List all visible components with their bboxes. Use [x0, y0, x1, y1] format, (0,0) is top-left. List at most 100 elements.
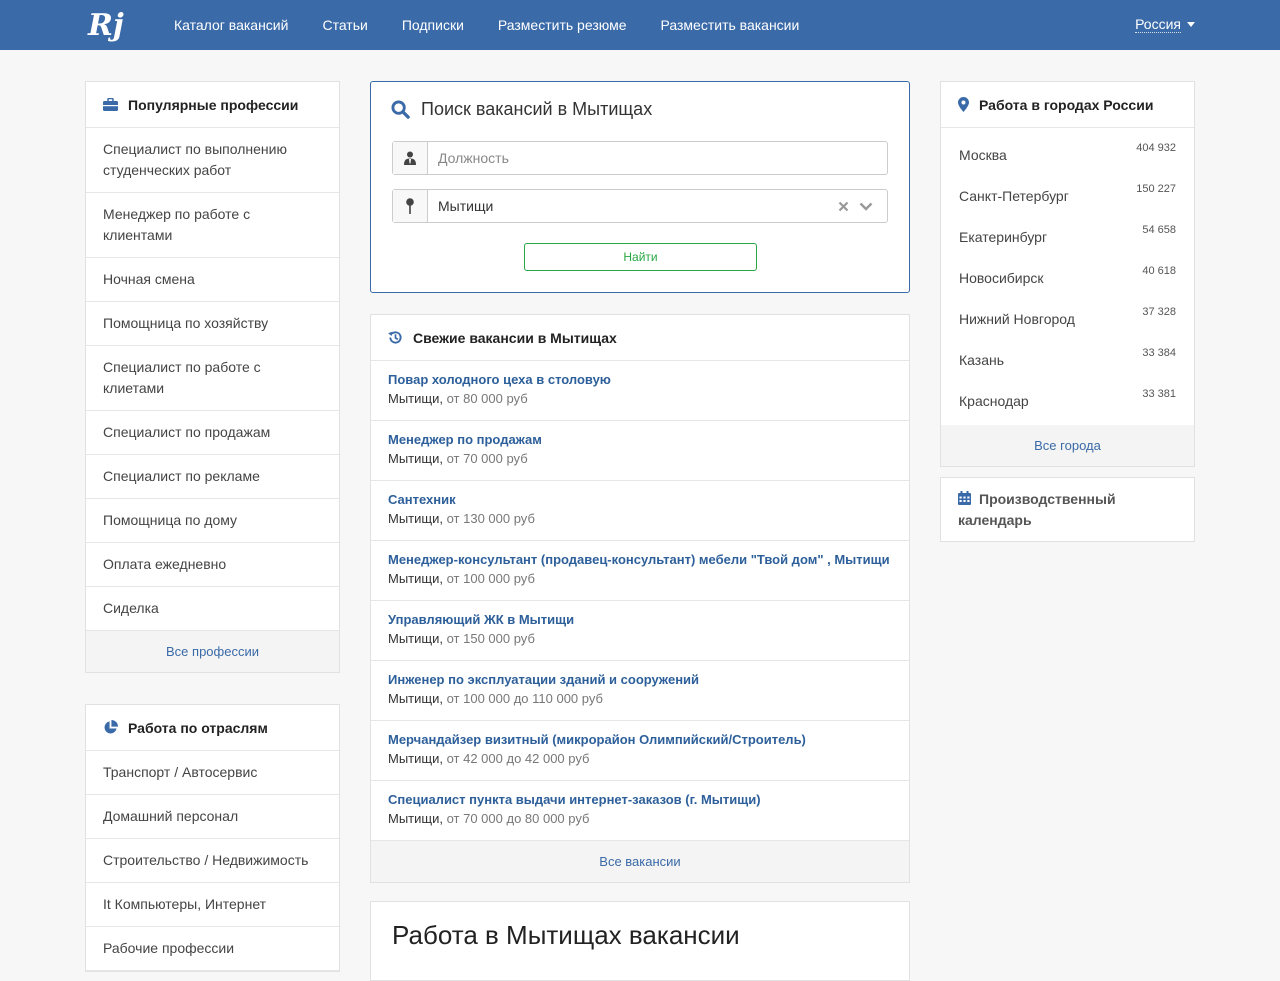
city-name: Екатеринбург: [959, 229, 1048, 245]
all-vacancies-link[interactable]: Все вакансии: [371, 841, 909, 882]
search-title: Поиск вакансий в Мытищах: [421, 99, 653, 119]
vacancy-item: Повар холодного цеха в столовую Мытищи, …: [371, 361, 909, 421]
vacancy-city: Мытищи,: [388, 571, 443, 586]
city-count: 150 227: [1136, 183, 1176, 195]
cities-card: Работа в городах России Москва 404 932 Са…: [940, 81, 1195, 467]
vacancy-salary: от 100 000 руб: [446, 571, 535, 586]
profession-item[interactable]: Сиделка: [86, 587, 339, 631]
popular-professions-title: Популярные профессии: [128, 96, 299, 113]
city-count: 33 384: [1142, 347, 1176, 359]
vacancy-meta: Мытищи, от 42 000 до 42 000 руб: [388, 749, 892, 768]
vacancy-salary: от 80 000 руб: [446, 391, 528, 406]
user-tie-icon: [393, 142, 428, 174]
city-item[interactable]: Краснодар 33 381: [941, 380, 1194, 421]
industries-title: Работа по отраслям: [128, 719, 268, 736]
industry-item[interactable]: Домашний персонал: [86, 795, 339, 839]
nav-link-post-vacancy[interactable]: Разместить вакансии: [661, 17, 800, 33]
profession-item[interactable]: Менеджер по работе с клиентами: [86, 193, 339, 258]
profession-item[interactable]: Специалист по продажам: [86, 411, 339, 455]
fresh-vacancies-card: Свежие вакансии в Мытищах Повар холодног…: [370, 314, 910, 883]
city-name: Нижний Новгород: [959, 311, 1075, 327]
vacancy-item: Управляющий ЖК в Мытищи Мытищи, от 150 0…: [371, 601, 909, 661]
all-professions-link[interactable]: Все профессии: [86, 631, 339, 672]
city-name: Краснодар: [959, 393, 1029, 409]
vacancy-city: Мытищи,: [388, 691, 443, 706]
vacancy-title-link[interactable]: Инженер по эксплуатации зданий и сооруже…: [388, 671, 892, 689]
vacancy-item: Специалист пункта выдачи интернет-заказо…: [371, 781, 909, 841]
city-name: Новосибирск: [959, 270, 1044, 286]
country-label: Россия: [1135, 16, 1181, 33]
profession-item[interactable]: Ночная смена: [86, 258, 339, 302]
vacancy-title-link[interactable]: Управляющий ЖК в Мытищи: [388, 611, 892, 629]
clear-icon[interactable]: [838, 201, 849, 212]
calendar-title: Производственный календарь: [958, 491, 1116, 528]
vacancy-city: Мытищи,: [388, 631, 443, 646]
industry-item[interactable]: It Компьютеры, Интернет: [86, 883, 339, 927]
vacancy-salary: от 42 000 до 42 000 руб: [446, 751, 590, 766]
vacancy-title-link[interactable]: Сантехник: [388, 491, 892, 509]
country-dropdown[interactable]: Россия: [1135, 16, 1195, 33]
vacancy-meta: Мытищи, от 70 000 до 80 000 руб: [388, 809, 892, 828]
city-select-group[interactable]: Мытищи: [392, 189, 888, 223]
vacancy-meta: Мытищи, от 100 000 до 110 000 руб: [388, 689, 892, 708]
city-select-value[interactable]: Мытищи: [428, 190, 838, 222]
nav-link-post-resume[interactable]: Разместить резюме: [498, 17, 627, 33]
industry-item[interactable]: Рабочие профессии: [86, 927, 339, 971]
nav-links: Каталог вакансий Статьи Подписки Размест…: [174, 0, 833, 50]
navbar: Rj Каталог вакансий Статьи Подписки Разм…: [0, 0, 1280, 50]
profession-item[interactable]: Специалист по работе с клиетами: [86, 346, 339, 411]
vacancy-meta: Мытищи, от 150 000 руб: [388, 629, 892, 648]
caret-down-icon: [1187, 22, 1195, 27]
position-input[interactable]: [428, 142, 887, 174]
nav-link-catalog[interactable]: Каталог вакансий: [174, 17, 288, 33]
profession-item[interactable]: Специалист по выполнению студенческих ра…: [86, 128, 339, 193]
briefcase-icon: [103, 98, 118, 111]
calendar-icon: [958, 491, 971, 505]
city-item[interactable]: Екатеринбург 54 658: [941, 216, 1194, 257]
city-count: 37 328: [1142, 306, 1176, 318]
calendar-header[interactable]: Производственный календарь: [941, 478, 1194, 542]
profession-item[interactable]: Помощница по хозяйству: [86, 302, 339, 346]
vacancy-title-link[interactable]: Менеджер-консультант (продавец-консульта…: [388, 551, 892, 569]
vacancy-item: Менеджер-консультант (продавец-консульта…: [371, 541, 909, 601]
profession-item[interactable]: Помощница по дому: [86, 499, 339, 543]
vacancy-item: Мерчандайзер визитный (микрорайон Олимпи…: [371, 721, 909, 781]
city-name: Санкт-Петербург: [959, 188, 1069, 204]
search-title-row: Поиск вакансий в Мытищах: [391, 99, 652, 120]
site-logo[interactable]: Rj: [85, 4, 127, 46]
vacancy-salary: от 130 000 руб: [446, 511, 535, 526]
industry-item[interactable]: Транспорт / Автосервис: [86, 751, 339, 795]
vacancy-meta: Мытищи, от 70 000 руб: [388, 449, 892, 468]
vacancy-item: Инженер по эксплуатации зданий и сооруже…: [371, 661, 909, 721]
nav-link-subscriptions[interactable]: Подписки: [402, 17, 464, 33]
svg-text:Rj: Rj: [87, 8, 124, 43]
profession-item[interactable]: Специалист по рекламе: [86, 455, 339, 499]
map-marker-icon: [958, 97, 969, 112]
nav-link-articles[interactable]: Статьи: [322, 17, 367, 33]
vacancy-title-link[interactable]: Повар холодного цеха в столовую: [388, 371, 892, 389]
search-icon: [391, 100, 410, 119]
city-item[interactable]: Москва 404 932: [941, 134, 1194, 175]
city-item[interactable]: Нижний Новгород 37 328: [941, 298, 1194, 339]
city-count: 40 618: [1142, 265, 1176, 277]
cities-title: Работа в городах России: [979, 96, 1154, 113]
profession-item[interactable]: Оплата ежедневно: [86, 543, 339, 587]
city-item[interactable]: Санкт-Петербург 150 227: [941, 175, 1194, 216]
chevron-down-icon[interactable]: [859, 202, 873, 211]
city-item[interactable]: Новосибирск 40 618: [941, 257, 1194, 298]
vacancy-title-link[interactable]: Специалист пункта выдачи интернет-заказо…: [388, 791, 892, 809]
find-button[interactable]: Найти: [524, 243, 757, 271]
industry-item[interactable]: Строительство / Недвижимость: [86, 839, 339, 883]
calendar-card[interactable]: Производственный календарь: [940, 477, 1195, 542]
city-item[interactable]: Казань 33 384: [941, 339, 1194, 380]
fresh-vacancies-title: Свежие вакансии в Мытищах: [413, 329, 617, 346]
vacancy-city: Мытищи,: [388, 391, 443, 406]
vacancy-title-link[interactable]: Менеджер по продажам: [388, 431, 892, 449]
vacancy-salary: от 70 000 руб: [446, 451, 528, 466]
cities-header: Работа в городах России: [941, 82, 1194, 128]
all-cities-link[interactable]: Все города: [941, 425, 1194, 466]
select-controls: [838, 190, 887, 222]
vacancy-city: Мытищи,: [388, 751, 443, 766]
popular-professions-header: Популярные профессии: [86, 82, 339, 128]
vacancy-title-link[interactable]: Мерчандайзер визитный (микрорайон Олимпи…: [388, 731, 892, 749]
